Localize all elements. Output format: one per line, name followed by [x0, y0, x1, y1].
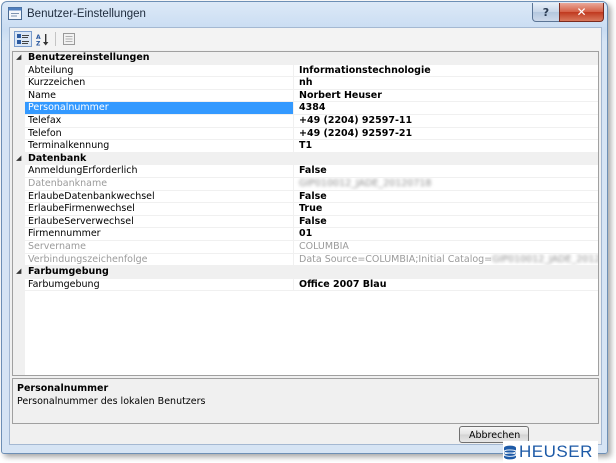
dialog-window: Benutzer-Einstellungen ? ✕ A Z ◢ Benutze…: [1, 1, 608, 463]
category-row-datenbank[interactable]: ◢ Datenbank: [13, 152, 598, 166]
property-name: Farbumgebung: [25, 279, 293, 292]
property-pages-icon: [63, 33, 75, 45]
property-row-erlaube-firmenwechsel[interactable]: ErlaubeFirmenwechsel True: [13, 203, 598, 216]
property-value[interactable]: False: [293, 215, 598, 229]
database-logo-icon: [503, 445, 517, 459]
category-row-benutzereinstellungen[interactable]: ◢ Benutzereinstellungen: [13, 52, 598, 65]
property-name: ErlaubeDatenbankwechsel: [25, 191, 293, 204]
category-row-farbumgebung[interactable]: ◢ Farbumgebung: [13, 266, 598, 279]
property-row-anmeldung-erforderlich[interactable]: AnmeldungErforderlich False: [13, 165, 598, 178]
close-button[interactable]: ✕: [559, 3, 604, 22]
property-row-abteilung[interactable]: Abteilung Informationstechnologie: [13, 64, 598, 78]
collapse-arrow-icon[interactable]: ◢: [16, 154, 21, 162]
property-value[interactable]: +49 (2204) 92597-11: [293, 115, 598, 128]
property-value[interactable]: Norbert Heuser: [293, 89, 598, 103]
help-button[interactable]: ?: [532, 3, 560, 22]
alphabetical-sort-button[interactable]: A Z: [34, 31, 52, 47]
property-name: Servername: [25, 241, 293, 254]
property-row-kurzzeichen[interactable]: Kurzzeichen nh: [13, 77, 598, 90]
categorized-view-button[interactable]: [14, 31, 32, 47]
property-name: AnmeldungErforderlich: [25, 165, 293, 178]
title-bar[interactable]: Benutzer-Einstellungen ? ✕: [2, 2, 607, 26]
property-value[interactable]: COLUMBIA: [293, 241, 598, 254]
help-icon: ?: [542, 5, 550, 19]
property-row-erlaube-serverwechsel[interactable]: ErlaubeServerwechsel False: [13, 215, 598, 229]
property-grid[interactable]: ◢ Benutzereinstellungen Abteilung Inform…: [12, 51, 599, 376]
property-name: Firmennummer: [25, 228, 293, 241]
property-value[interactable]: Office 2007 Blau: [293, 278, 598, 292]
property-name: ErlaubeFirmenwechsel: [25, 203, 293, 216]
property-name: Telefon: [25, 128, 293, 141]
window-title: Benutzer-Einstellungen: [27, 8, 146, 20]
logo-text: HEUSER: [519, 442, 593, 461]
property-row-verbindungszeichenfolge[interactable]: Verbindungszeichenfolge Data Source=COLU…: [13, 253, 598, 267]
property-name: Terminalkennung: [25, 140, 293, 153]
property-row-name[interactable]: Name Norbert Heuser: [13, 89, 598, 103]
description-title: Personalnummer: [17, 383, 109, 394]
categorized-view-icon: [17, 33, 29, 44]
property-row-farbumgebung[interactable]: Farbumgebung Office 2007 Blau: [13, 278, 598, 292]
property-name: Telefax: [25, 115, 293, 128]
property-value[interactable]: nh: [293, 77, 598, 90]
blurred-value: GIP010012_JADE_20120718: [299, 178, 432, 189]
property-name: ErlaubeServerwechsel: [25, 216, 293, 229]
property-row-telefon[interactable]: Telefon +49 (2204) 92597-21: [13, 127, 598, 141]
category-label: Datenbank: [28, 152, 87, 164]
property-row-firmennummer[interactable]: Firmennummer 01: [13, 228, 598, 241]
property-name: Datenbankname: [25, 178, 293, 191]
property-value[interactable]: GIP010012_JADE_20120718: [293, 178, 598, 191]
property-name: Name: [25, 90, 293, 103]
property-value[interactable]: 4384: [293, 102, 598, 115]
alphabetical-sort-icon: A Z: [36, 33, 49, 46]
property-row-erlaube-datenbankwechsel[interactable]: ErlaubeDatenbankwechsel False: [13, 190, 598, 204]
property-value[interactable]: T1: [293, 140, 598, 153]
connection-string-blurred: GIP010012_JADE_20120718;I: [492, 253, 598, 265]
property-row-personalnummer[interactable]: Personalnummer 4384: [13, 102, 598, 115]
description-text: Personalnummer des lokalen Benutzers: [17, 396, 206, 407]
property-row-servername[interactable]: Servername COLUMBIA: [13, 241, 598, 254]
connection-string-visible: Data Source=COLUMBIA;Initial Catalog=: [299, 253, 493, 265]
dialog-client-area: A Z ◢ Benutzereinstellungen Abteilung In…: [9, 27, 602, 463]
collapse-arrow-icon[interactable]: ◢: [16, 53, 21, 61]
property-name: Kurzzeichen: [25, 77, 293, 90]
property-value[interactable]: Data Source=COLUMBIA;Initial Catalog=GIP…: [293, 253, 598, 267]
collapse-arrow-icon[interactable]: ◢: [16, 267, 21, 275]
property-row-telefax[interactable]: Telefax +49 (2204) 92597-11: [13, 115, 598, 128]
property-pages-button[interactable]: [60, 31, 78, 47]
property-row-terminalkennung[interactable]: Terminalkennung T1: [13, 140, 598, 153]
toolbar-separator: [55, 32, 56, 46]
property-grid-toolbar: A Z: [10, 28, 601, 50]
property-name: Abteilung: [25, 65, 293, 78]
property-value[interactable]: False: [293, 165, 598, 178]
category-label: Benutzereinstellungen: [28, 52, 150, 63]
property-value[interactable]: True: [293, 203, 598, 216]
property-value[interactable]: False: [293, 190, 598, 204]
svg-text:Z: Z: [36, 40, 41, 46]
close-icon: ✕: [576, 5, 587, 19]
property-name-selected: Personalnummer: [25, 102, 293, 115]
category-label: Farbumgebung: [28, 266, 109, 278]
description-panel: Personalnummer Personalnummer des lokale…: [12, 378, 599, 424]
property-value[interactable]: +49 (2204) 92597-21: [293, 127, 598, 141]
property-row-datenbankname[interactable]: Datenbankname GIP010012_JADE_20120718: [13, 178, 598, 191]
settings-window-icon: [8, 7, 22, 20]
property-value[interactable]: Informationstechnologie: [293, 64, 598, 78]
property-name: Verbindungszeichenfolge: [25, 254, 293, 267]
property-value[interactable]: 01: [293, 228, 598, 241]
heuser-logo: HEUSER: [503, 441, 598, 463]
